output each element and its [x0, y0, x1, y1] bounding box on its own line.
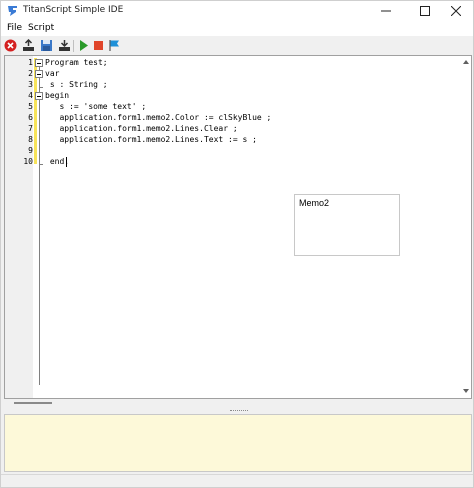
scroll-up-icon[interactable] — [463, 60, 469, 64]
line-number: 4 — [28, 91, 33, 100]
flag-button[interactable] — [107, 38, 122, 53]
horizontal-scrollbar[interactable] — [4, 399, 472, 408]
scroll-down-icon[interactable] — [463, 389, 469, 393]
line-number: 8 — [28, 135, 33, 144]
code-line: application.form1.memo2.Color := clSkyBl… — [45, 113, 272, 122]
horizontal-scroll-thumb[interactable] — [14, 402, 52, 404]
vertical-scrollbar[interactable] — [460, 56, 471, 398]
export-button[interactable] — [57, 38, 72, 53]
close-button[interactable] — [437, 1, 474, 21]
code-line: application.form1.memo2.Lines.Text := s … — [45, 135, 257, 144]
toolbar — [1, 37, 473, 55]
code-line: s := 'some text' ; — [45, 102, 147, 111]
maximize-icon — [420, 6, 430, 16]
fold-collapse-icon[interactable] — [35, 70, 43, 78]
save-button[interactable] — [39, 38, 54, 53]
code-line: Program test; — [45, 58, 108, 67]
line-number: 6 — [28, 113, 33, 122]
memo2-box[interactable]: Memo2 — [294, 194, 400, 256]
line-number: 3 — [28, 80, 33, 89]
line-number-gutter: 1 2 3 4 5 6 7 8 9 10 — [5, 56, 33, 398]
titanscript-logo-icon — [8, 6, 17, 16]
menu-script[interactable]: Script — [28, 23, 54, 33]
flag-icon — [109, 40, 119, 51]
open-button[interactable] — [21, 38, 36, 53]
fold-collapse-icon[interactable] — [35, 59, 43, 67]
line-number: 10 — [23, 157, 33, 166]
stop-icon — [4, 39, 17, 52]
title-bar: TitanScript Simple IDE — [1, 1, 473, 21]
halt-icon — [94, 41, 103, 50]
save-icon — [41, 40, 52, 51]
window-title: TitanScript Simple IDE — [23, 5, 124, 15]
ide-window: TitanScript Simple IDE File Script 1 2 3… — [0, 0, 474, 488]
memo2-text: Memo2 — [299, 198, 330, 208]
code-line: begin — [45, 91, 70, 100]
export-icon — [59, 40, 70, 51]
splitter-grip-icon[interactable] — [230, 410, 248, 412]
run-icon — [80, 40, 88, 51]
fold-end-marker — [39, 164, 43, 165]
message-panel[interactable] — [4, 414, 472, 472]
text-caret — [66, 157, 67, 167]
open-icon — [23, 39, 34, 51]
line-number: 9 — [28, 146, 33, 155]
line-number: 2 — [28, 69, 33, 78]
run-button[interactable] — [76, 38, 91, 53]
line-number: 7 — [28, 124, 33, 133]
status-bar — [1, 474, 473, 487]
line-number: 1 — [28, 58, 33, 67]
menu-bar: File Script — [1, 21, 473, 36]
toolbar-separator — [73, 40, 74, 52]
fold-end-marker — [39, 87, 43, 88]
menu-file[interactable]: File — [7, 23, 22, 33]
halt-button[interactable] — [91, 38, 106, 53]
close-icon — [451, 6, 461, 16]
code-editor[interactable]: 1 2 3 4 5 6 7 8 9 10 Program test; var s… — [4, 55, 472, 399]
stop-button[interactable] — [3, 38, 18, 53]
code-line: application.form1.memo2.Lines.Clear ; — [45, 124, 238, 133]
minimize-icon — [381, 10, 391, 12]
code-line: s : String ; — [45, 80, 108, 89]
line-number: 5 — [28, 102, 33, 111]
fold-collapse-icon[interactable] — [35, 92, 43, 100]
fold-guide-line — [39, 65, 40, 385]
code-line: var — [45, 69, 60, 78]
minimize-button[interactable] — [367, 1, 405, 21]
